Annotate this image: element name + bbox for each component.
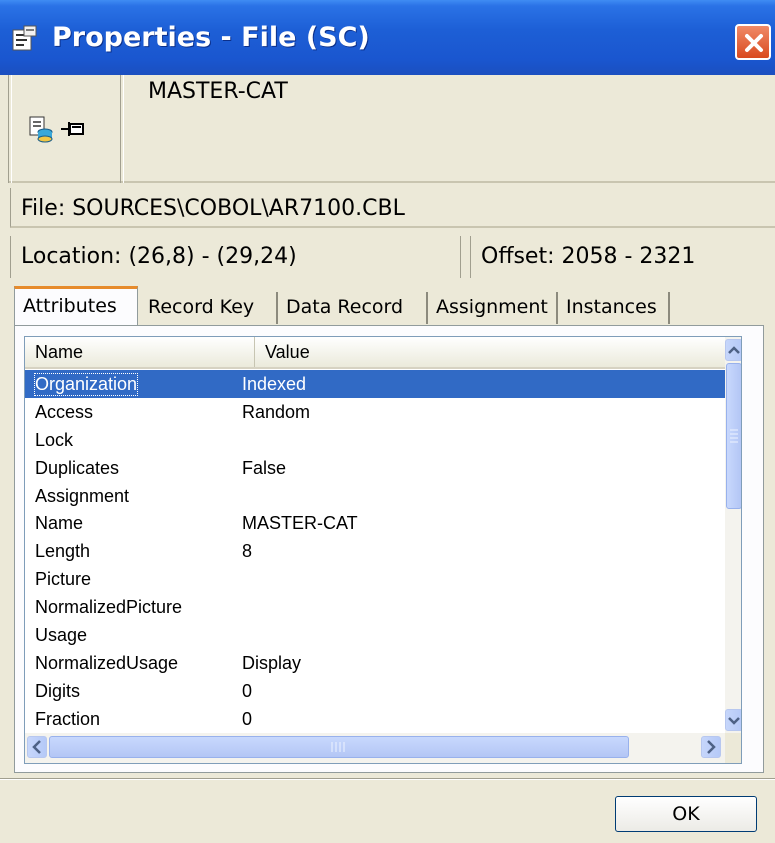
row-name: Duplicates xyxy=(35,457,120,478)
divider xyxy=(460,236,466,278)
column-header-name[interactable]: Name xyxy=(25,337,255,367)
grip-icon xyxy=(331,742,345,752)
list-row[interactable]: NormalizedUsage Display xyxy=(25,649,725,677)
tab-attributes[interactable]: Attributes xyxy=(14,286,138,326)
row-name: Organization xyxy=(33,373,139,396)
row-name: Assignment xyxy=(35,485,130,506)
ok-button[interactable]: OK xyxy=(615,796,757,832)
row-value: 0 xyxy=(242,708,253,729)
offset-label: Offset: 2058 - 2321 xyxy=(481,244,696,269)
horizontal-scroll-thumb[interactable] xyxy=(49,736,629,758)
row-name: Digits xyxy=(35,680,81,701)
list-row[interactable]: Picture xyxy=(25,565,725,593)
title-bar[interactable]: Properties - File (SC) xyxy=(0,0,775,75)
tab-assignment[interactable]: Assignment xyxy=(428,292,558,324)
scroll-right-button[interactable] xyxy=(701,736,721,758)
scroll-left-button[interactable] xyxy=(27,736,47,758)
list-row[interactable]: Duplicates False xyxy=(25,454,725,482)
row-name: Fraction xyxy=(35,708,101,729)
row-name: Length xyxy=(35,541,91,562)
location-cell: Location: (26,8) - (29,24) xyxy=(10,236,460,278)
attributes-list[interactable]: Name Value Organization Indexed Access R… xyxy=(24,336,742,764)
list-row[interactable]: Usage xyxy=(25,621,725,649)
row-name: NormalizedUsage xyxy=(35,652,179,673)
pin-icon[interactable] xyxy=(60,119,86,139)
tab-strip: Attributes Record Key Data Record Assign… xyxy=(14,286,774,326)
row-name: Lock xyxy=(35,429,74,450)
row-name: Usage xyxy=(35,625,88,646)
chevron-down-icon xyxy=(728,717,740,725)
chevron-up-icon xyxy=(728,346,740,354)
tab-data-record[interactable]: Data Record xyxy=(278,292,428,324)
row-name: Name xyxy=(35,513,84,534)
properties-window: Properties - File (SC) MASTER-CAT File: … xyxy=(0,0,775,843)
properties-window-icon xyxy=(12,25,37,51)
grip-icon xyxy=(730,429,738,443)
list-row[interactable]: Digits 0 xyxy=(25,677,725,705)
divider xyxy=(8,75,12,183)
row-name: NormalizedPicture xyxy=(35,597,183,618)
chevron-left-icon xyxy=(32,740,41,754)
location-row: Location: (26,8) - (29,24) Offset: 2058 … xyxy=(10,236,775,278)
column-header-value[interactable]: Value xyxy=(255,337,725,367)
scroll-up-button[interactable] xyxy=(725,339,741,361)
row-name: Access xyxy=(35,401,94,422)
row-value: False xyxy=(242,457,287,478)
scrollbar-corner xyxy=(725,733,741,763)
list-rows: Organization Indexed Access Random Lock … xyxy=(25,370,725,733)
header-panel: MASTER-CAT xyxy=(8,75,775,183)
list-row[interactable]: Fraction 0 xyxy=(25,705,725,733)
divider xyxy=(120,75,124,183)
vertical-scroll-thumb[interactable] xyxy=(726,363,741,509)
list-row[interactable]: Assignment xyxy=(25,482,725,510)
list-row[interactable]: Organization Indexed xyxy=(25,370,725,398)
row-value: Display xyxy=(242,652,302,673)
list-row[interactable]: Lock xyxy=(25,426,725,454)
list-row[interactable]: Name MASTER-CAT xyxy=(25,509,725,537)
file-path-row: File: SOURCES\COBOL\AR7100.CBL xyxy=(10,188,775,228)
tab-instances[interactable]: Instances xyxy=(558,292,670,324)
row-name: Picture xyxy=(35,569,92,590)
close-icon xyxy=(745,34,763,52)
list-row[interactable]: Length 8 xyxy=(25,537,725,565)
file-path-label: File: SOURCES\COBOL\AR7100.CBL xyxy=(21,196,405,221)
close-button[interactable] xyxy=(735,24,771,60)
header-icons xyxy=(28,115,118,145)
row-value: Indexed xyxy=(242,374,307,394)
chevron-right-icon xyxy=(707,740,716,754)
horizontal-scrollbar[interactable] xyxy=(25,733,725,763)
divider xyxy=(0,778,775,780)
list-row[interactable]: Access Random xyxy=(25,398,725,426)
properties-doc-icon[interactable] xyxy=(28,115,54,143)
row-value: 8 xyxy=(242,541,253,562)
row-value: 0 xyxy=(242,680,253,701)
row-value: MASTER-CAT xyxy=(242,513,358,534)
scroll-down-button[interactable] xyxy=(725,709,741,731)
offset-cell: Offset: 2058 - 2321 xyxy=(470,236,775,278)
tab-record-key[interactable]: Record Key xyxy=(140,292,278,324)
row-value: Random xyxy=(242,401,311,422)
location-label: Location: (26,8) - (29,24) xyxy=(21,244,297,269)
list-header: Name Value xyxy=(25,337,725,369)
list-row[interactable]: NormalizedPicture xyxy=(25,593,725,621)
window-title: Properties - File (SC) xyxy=(52,22,370,53)
object-name: MASTER-CAT xyxy=(148,79,288,104)
vertical-scrollbar[interactable] xyxy=(725,337,741,733)
